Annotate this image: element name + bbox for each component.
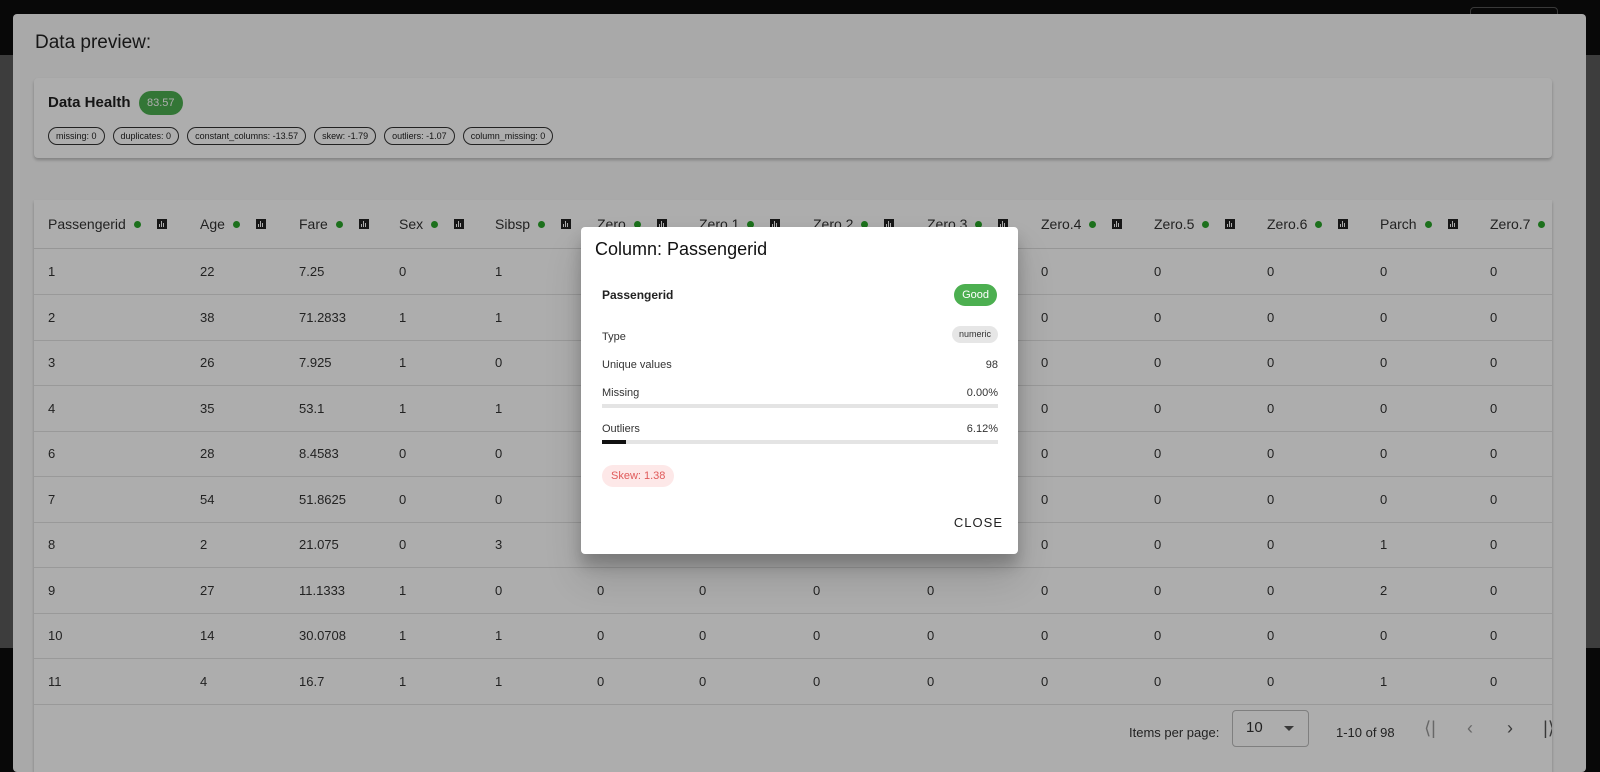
type-badge: numeric — [951, 326, 998, 343]
modal-column-name: Passengerid — [602, 288, 674, 302]
unique-values-label: Unique values — [602, 359, 672, 371]
outliers-progress-bar — [602, 440, 998, 444]
missing-label: Missing — [602, 387, 640, 399]
type-label: Type — [602, 331, 626, 343]
missing-value: 0.00% — [966, 387, 998, 399]
outliers-label: Outliers — [602, 423, 640, 435]
modal-title: Column: Passengerid — [595, 239, 768, 259]
close-button[interactable]: CLOSE — [954, 515, 1003, 530]
missing-progress-bar — [602, 404, 998, 408]
skew-chip: Skew: 1.38 — [602, 465, 675, 487]
status-badge: Good — [954, 284, 997, 306]
outliers-value: 6.12% — [966, 423, 998, 435]
unique-values-value: 98 — [985, 359, 998, 371]
column-detail-modal: Column: Passengerid Passengerid Good Typ… — [581, 227, 1018, 554]
outliers-progress-fill — [602, 440, 627, 444]
